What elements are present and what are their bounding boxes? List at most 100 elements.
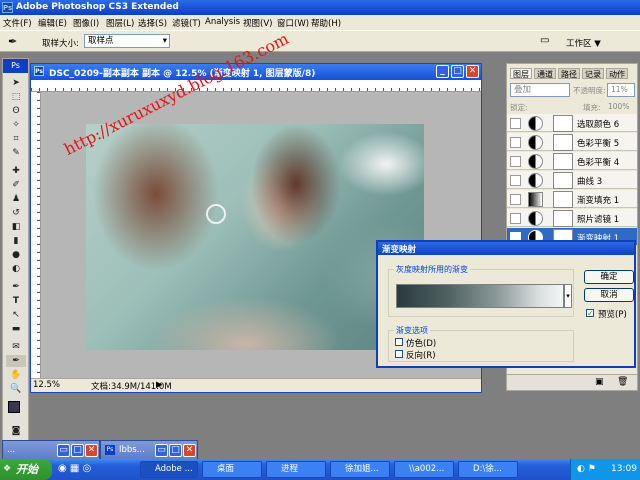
minimized-window[interactable]: ... ▭ □ ✕ <box>2 440 100 460</box>
visibility-toggle[interactable] <box>510 194 521 205</box>
minimized-window[interactable]: Ps Ibbs... ▭ □ ✕ <box>100 440 198 460</box>
crop-tool-icon[interactable]: ⌗ <box>6 133 26 145</box>
eyedropper-tool-active-icon[interactable]: ✒ <box>6 355 26 367</box>
brush-tool-icon[interactable]: ✐ <box>6 179 26 191</box>
opacity-input[interactable]: 11% <box>607 83 635 97</box>
tab-layers[interactable]: 图层 <box>510 68 532 79</box>
fill-value[interactable]: 100% <box>608 102 629 111</box>
taskbar-item-photoshop[interactable]: Adobe ... <box>140 461 198 478</box>
gradient-dropdown-button[interactable]: ▾ <box>564 284 572 308</box>
visibility-toggle[interactable] <box>510 118 521 129</box>
layer-mask-thumbnail[interactable] <box>553 191 573 208</box>
dodge-tool-icon[interactable]: ◐ <box>6 263 26 275</box>
blend-mode-select[interactable]: 叠加 <box>510 83 570 97</box>
tab-actions[interactable]: 动作 <box>606 68 628 79</box>
photo-canvas[interactable] <box>86 124 424 350</box>
gradient-tool-icon[interactable]: ▮ <box>6 235 26 247</box>
layer-row[interactable]: 渐变填充 1 <box>507 190 637 208</box>
menu-window[interactable]: 窗口(W) <box>277 17 309 29</box>
ok-button[interactable]: 确定 <box>584 270 634 284</box>
start-button[interactable]: ❖ 开始 <box>0 459 52 480</box>
restore-button[interactable]: ▭ <box>57 444 70 457</box>
taskbar-item-network[interactable]: \\a002... <box>394 461 454 478</box>
menu-file[interactable]: 文件(F) <box>3 17 32 29</box>
quick-launch-icons[interactable]: ◉ ▦ ◎ <box>58 463 91 474</box>
menu-help[interactable]: 帮助(H) <box>311 17 341 29</box>
tab-paths[interactable]: 路径 <box>558 68 580 79</box>
visibility-toggle[interactable] <box>510 156 521 167</box>
foreground-color-swatch[interactable] <box>8 401 20 413</box>
visibility-toggle[interactable] <box>510 137 521 148</box>
menu-analysis[interactable]: Analysis <box>205 17 240 27</box>
taskbar-item-folder[interactable]: 徐加姐... <box>330 461 390 478</box>
blur-tool-icon[interactable]: ● <box>6 249 26 261</box>
restore-button[interactable]: ▭ <box>155 444 168 457</box>
trash-icon[interactable]: 🗑 <box>617 377 628 387</box>
minimized-window-title: Ibbs... <box>119 445 145 455</box>
layer-row[interactable]: 选取颜色 6 <box>507 114 637 132</box>
taskbar-item-desktop[interactable]: 桌面 <box>202 461 262 478</box>
visibility-toggle[interactable] <box>510 175 521 186</box>
menu-filter[interactable]: 滤镜(T) <box>172 17 201 29</box>
cancel-button[interactable]: 取消 <box>584 288 634 302</box>
menu-image[interactable]: 图像(I) <box>73 17 99 29</box>
menu-select[interactable]: 选择(S) <box>138 17 167 29</box>
zoom-tool-icon[interactable]: 🔍 <box>6 383 26 395</box>
tab-history[interactable]: 记录 <box>582 68 604 79</box>
taskbar-item-drive[interactable]: D:\徐... <box>458 461 518 478</box>
visibility-toggle[interactable] <box>510 213 521 224</box>
magic-wand-tool-icon[interactable]: ✧ <box>6 119 26 131</box>
quick-mask-icon[interactable]: ◙ <box>6 425 26 437</box>
taskbar-item-process[interactable]: 进程 <box>266 461 326 478</box>
gradient-preview[interactable] <box>396 284 564 308</box>
layer-mask-thumbnail[interactable] <box>553 153 573 170</box>
layer-mask-thumbnail[interactable] <box>553 210 573 227</box>
notes-tool-icon[interactable]: ✉ <box>6 341 26 353</box>
preview-checkbox[interactable]: ✓ <box>586 309 594 318</box>
maximize-button[interactable]: □ <box>451 65 464 78</box>
clone-stamp-tool-icon[interactable]: ♟ <box>6 193 26 205</box>
minimize-button[interactable]: _ <box>436 65 449 78</box>
type-tool-icon[interactable]: T <box>6 295 26 307</box>
tray-icons[interactable]: ◐ ⚑ <box>577 464 596 474</box>
marquee-tool-icon[interactable]: ⬚ <box>6 91 26 103</box>
layer-row[interactable]: 曲线 3 <box>507 171 637 189</box>
eraser-tool-icon[interactable]: ◧ <box>6 221 26 233</box>
sample-size-select[interactable]: 取样点 ▾ <box>84 34 170 48</box>
tab-channels[interactable]: 通道 <box>534 68 556 79</box>
layer-mask-thumbnail[interactable] <box>553 115 573 132</box>
maximize-button[interactable]: □ <box>169 444 182 457</box>
layer-row[interactable]: 色彩平衡 4 <box>507 152 637 170</box>
layer-row[interactable]: 照片滤镜 1 <box>507 209 637 227</box>
slice-tool-icon[interactable]: ✎ <box>6 147 26 159</box>
new-layer-icon[interactable]: ▣ <box>595 377 604 387</box>
layer-row[interactable]: 色彩平衡 5 <box>507 133 637 151</box>
layer-name: 选取颜色 6 <box>577 120 620 130</box>
hand-tool-icon[interactable]: ✋ <box>6 369 26 381</box>
menu-edit[interactable]: 编辑(E) <box>38 17 67 29</box>
close-button[interactable]: ✕ <box>183 444 196 457</box>
palette-well-icon[interactable]: ▭ <box>540 35 549 46</box>
dither-checkbox[interactable] <box>395 338 403 346</box>
status-arrow-icon[interactable]: ▶ <box>156 380 163 390</box>
workspace-button[interactable]: 工作区 ▼ <box>566 37 601 49</box>
healing-brush-tool-icon[interactable]: ✚ <box>6 165 26 177</box>
menu-layer[interactable]: 图层(L) <box>106 17 134 29</box>
reverse-checkbox[interactable] <box>395 350 403 358</box>
clock[interactable]: 13:09 <box>611 464 637 474</box>
lasso-tool-icon[interactable]: ʘ <box>6 105 26 117</box>
close-button[interactable]: ✕ <box>85 444 98 457</box>
zoom-level[interactable]: 12.5% <box>33 380 60 390</box>
path-selection-tool-icon[interactable]: ↖ <box>6 309 26 321</box>
history-brush-tool-icon[interactable]: ↺ <box>6 207 26 219</box>
layer-mask-thumbnail[interactable] <box>553 172 573 189</box>
close-button[interactable]: ✕ <box>466 65 479 78</box>
eyedropper-tool-icon[interactable]: ✒ <box>8 35 17 48</box>
maximize-button[interactable]: □ <box>71 444 84 457</box>
shape-tool-icon[interactable]: ▬ <box>6 323 26 335</box>
pen-tool-icon[interactable]: ✒ <box>6 281 26 293</box>
menu-view[interactable]: 视图(V) <box>243 17 272 29</box>
layer-mask-thumbnail[interactable] <box>553 134 573 151</box>
move-tool-icon[interactable]: ➤ <box>6 77 26 89</box>
layers-footer: ▣ 🗑 <box>507 374 637 390</box>
